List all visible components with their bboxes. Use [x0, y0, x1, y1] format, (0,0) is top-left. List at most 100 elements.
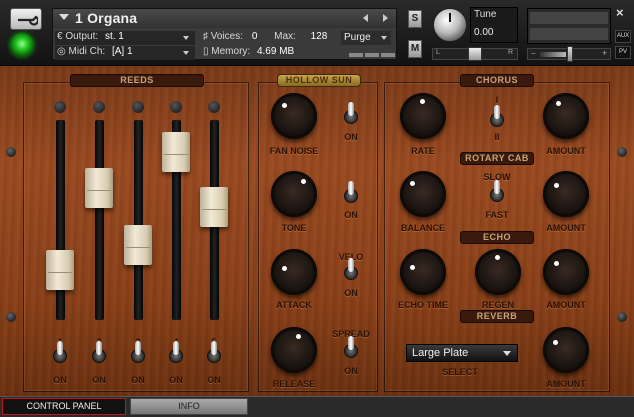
prev-instrument-icon[interactable] [363, 14, 368, 22]
screw [617, 147, 627, 157]
collapse-arrow-icon[interactable] [59, 14, 69, 20]
drawbar-toggle[interactable] [131, 341, 145, 365]
drawbar-toggle[interactable] [169, 341, 183, 365]
tone-knob[interactable] [266, 166, 322, 222]
power-led-icon[interactable] [10, 33, 34, 57]
drawbar-handle[interactable] [162, 132, 190, 172]
aux-button[interactable]: AUX [615, 30, 631, 43]
knob-indicator [282, 266, 287, 271]
screw [617, 312, 627, 322]
max-label: Max: [274, 31, 296, 42]
drawbar-handle[interactable] [46, 250, 74, 290]
memory-meter-bar [349, 53, 363, 57]
hollow-sun-logo: HOLLOW SUN [277, 74, 361, 87]
fan-noise-knob[interactable] [266, 88, 322, 144]
reverb-header: REVERB [460, 310, 534, 323]
release-knob[interactable] [266, 322, 322, 378]
drawbar-toggle[interactable] [53, 341, 67, 365]
drawbar-toggle[interactable] [92, 341, 106, 365]
drawbar-on-label: ON [131, 375, 145, 385]
chorus-mode-toggle[interactable] [490, 105, 504, 129]
midi-dropdown-icon[interactable] [183, 51, 189, 55]
knob-indicator [495, 255, 500, 260]
drawbar-track [95, 120, 104, 320]
velo-toggle[interactable] [344, 258, 358, 282]
drawbar-on-label: ON [53, 375, 67, 385]
memory-label: Memory: [211, 46, 251, 57]
next-instrument-icon[interactable] [383, 14, 388, 22]
tune-label: Tune [474, 9, 497, 20]
drawbar-handle[interactable] [124, 225, 152, 265]
knob-indicator [282, 103, 287, 108]
attack-knob[interactable] [266, 244, 322, 300]
reverb-select-label: SELECT [442, 367, 478, 377]
spread-toggle[interactable] [344, 336, 358, 360]
fan-noise-toggle[interactable] [344, 102, 358, 126]
drawbar-top-knob [208, 101, 220, 113]
purge-dropdown-icon [381, 36, 387, 40]
echo-regen-knob[interactable] [470, 244, 526, 300]
edit-button[interactable] [10, 8, 42, 30]
pv-button[interactable]: PV [615, 46, 631, 59]
spread-on-label: ON [344, 366, 358, 376]
knob-indicator [410, 265, 415, 270]
max-value[interactable]: 128 [311, 31, 328, 42]
tone-on-label: ON [344, 210, 358, 220]
reverb-type-select[interactable]: Large Plate [406, 344, 518, 362]
output-dropdown-icon[interactable] [183, 36, 189, 40]
tab-control-panel[interactable]: CONTROL PANEL [2, 398, 126, 415]
drawbar-toggle[interactable] [207, 341, 221, 365]
knob-indicator [554, 183, 559, 188]
pan-right-label: R [508, 49, 514, 56]
tone-toggle[interactable] [344, 181, 358, 205]
knob-indicator [554, 261, 559, 266]
drawbar-on-label: ON [92, 375, 106, 385]
drawbar-handle[interactable] [85, 168, 113, 208]
close-icon[interactable]: × [616, 5, 624, 20]
pan-slider-handle[interactable] [468, 47, 482, 61]
instrument-title[interactable]: 1 Organa [75, 10, 137, 26]
chorus-amount-knob[interactable] [538, 88, 594, 144]
rotary-amount-knob[interactable] [538, 166, 594, 222]
volume-minus-label: − [531, 49, 536, 58]
knob-indicator [301, 179, 306, 184]
echo-regen-label: REGEN [481, 300, 514, 310]
chorus-i-label: I [495, 95, 499, 105]
meter-right-channel [530, 28, 608, 40]
echo-time-knob[interactable] [395, 244, 451, 300]
echo-time-label: ECHO TIME [397, 300, 448, 310]
purge-button[interactable]: Purge [341, 31, 391, 45]
solo-button[interactable]: S [408, 10, 422, 28]
balance-knob[interactable] [395, 166, 451, 222]
midi-row: ◎ Midi Ch: [A] 1 [57, 46, 133, 57]
echo-amount-knob[interactable] [538, 244, 594, 300]
tune-knob-indicator [449, 13, 451, 22]
fan-noise-label: FAN NOISE [269, 146, 319, 156]
voices-icon: ♯ [203, 31, 211, 42]
instrument-info-box: 1 Organa € Output: st. 1 ◎ Midi Ch: [A] … [52, 8, 397, 60]
reverb-amount-label: AMOUNT [546, 379, 586, 389]
memory-row: ▯ Memory: 4.69 MB [203, 46, 294, 57]
midi-label: Midi Ch: [68, 46, 106, 57]
knob-indicator [420, 99, 425, 104]
volume-slider-handle[interactable] [567, 46, 573, 62]
chorus-amount-label: AMOUNT [546, 146, 586, 156]
wrench-icon [18, 15, 38, 26]
drawbar-top-knob [132, 101, 144, 113]
drawbar-handle[interactable] [200, 187, 228, 227]
chorus-rate-knob[interactable] [395, 88, 451, 144]
drawbar-top-knob [54, 101, 66, 113]
rotary-speed-toggle[interactable] [490, 180, 504, 204]
reverb-amount-knob[interactable] [538, 322, 594, 378]
voices-row: ♯ Voices: 0 Max: 128 [203, 31, 327, 42]
mute-button[interactable]: M [408, 40, 422, 58]
drawbar-top-knob [93, 101, 105, 113]
release-label: RELEASE [272, 379, 316, 389]
voices-label: Voices: [210, 31, 244, 42]
tab-info[interactable]: INFO [130, 398, 248, 415]
midi-icon: ◎ [57, 46, 69, 57]
pan-left-label: L [436, 49, 440, 56]
chorus-ii-label: II [494, 132, 500, 142]
tune-value[interactable]: 0.00 [474, 27, 493, 38]
drawbar-track [134, 120, 143, 320]
